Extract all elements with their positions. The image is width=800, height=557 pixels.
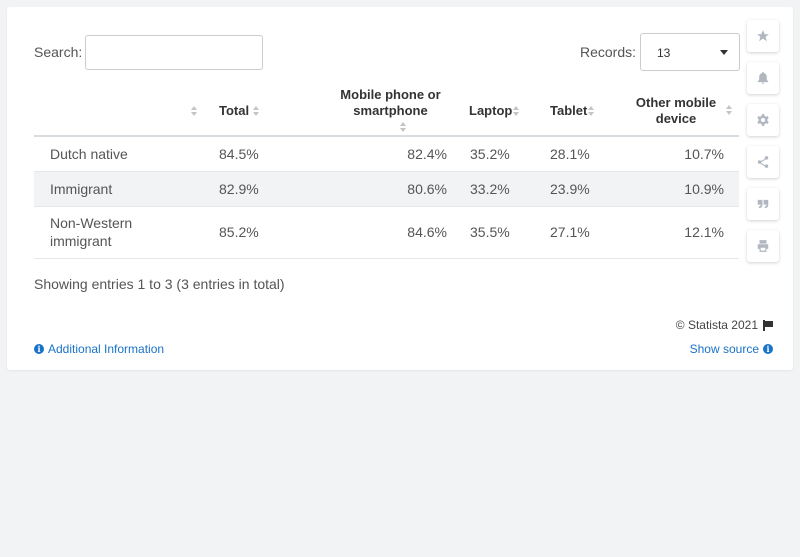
column-header-other[interactable]: Other mobile device xyxy=(617,87,739,137)
info-icon: i xyxy=(34,344,44,354)
row-label: Dutch native xyxy=(34,136,204,172)
statistic-card: Search: Records: 13 Total Mobile phone o… xyxy=(7,7,793,370)
settings-button[interactable] xyxy=(747,104,779,136)
cell-other: 10.7% xyxy=(617,136,739,172)
show-source-label: Show source xyxy=(689,342,759,356)
cell-laptop: 35.2% xyxy=(464,136,540,172)
records-selected-value: 13 xyxy=(657,46,671,60)
show-source-link[interactable]: Show source i xyxy=(690,342,773,356)
column-header-tablet[interactable]: Tablet xyxy=(540,87,617,137)
flag-icon[interactable] xyxy=(763,319,773,331)
column-header-total[interactable]: Total xyxy=(204,87,267,137)
quote-icon xyxy=(757,199,769,209)
additional-information-link[interactable]: i Additional Information xyxy=(34,342,164,356)
notification-button[interactable] xyxy=(747,62,779,94)
copyright: © Statista 2021 xyxy=(676,318,773,332)
entries-summary: Showing entries 1 to 3 (3 entries in tot… xyxy=(34,276,285,292)
sort-icon xyxy=(588,105,596,118)
row-label: Immigrant xyxy=(34,171,204,207)
cell-other: 12.1% xyxy=(617,206,739,259)
cell-mobile: 84.6% xyxy=(267,206,464,259)
cite-button[interactable] xyxy=(747,188,779,220)
sort-icon xyxy=(253,105,261,118)
cell-mobile: 82.4% xyxy=(267,136,464,172)
cell-tablet: 28.1% xyxy=(540,136,617,172)
table-header-row: Total Mobile phone or smartphone Laptop … xyxy=(34,87,739,137)
gear-icon xyxy=(757,114,769,126)
cell-total: 85.2% xyxy=(204,206,267,259)
caret-down-icon xyxy=(720,50,728,55)
cell-other: 10.9% xyxy=(617,171,739,207)
bell-icon xyxy=(757,72,769,84)
cell-laptop: 35.5% xyxy=(464,206,540,259)
table-row: Dutch native 84.5% 82.4% 35.2% 28.1% 10.… xyxy=(34,136,739,172)
sort-icon xyxy=(513,105,521,118)
print-icon xyxy=(757,240,769,252)
row-label: Non-Western immigrant xyxy=(34,206,204,259)
cell-tablet: 27.1% xyxy=(540,206,617,259)
cell-mobile: 80.6% xyxy=(267,171,464,207)
column-header-laptop[interactable]: Laptop xyxy=(464,87,540,137)
share-icon xyxy=(757,156,769,168)
action-sidebar xyxy=(747,20,779,272)
favorite-button[interactable] xyxy=(747,20,779,52)
sort-icon xyxy=(191,105,199,118)
table-row: Immigrant 82.9% 80.6% 33.2% 23.9% 10.9% xyxy=(34,171,739,207)
cell-total: 84.5% xyxy=(204,136,267,172)
data-table: Total Mobile phone or smartphone Laptop … xyxy=(34,87,739,259)
cell-total: 82.9% xyxy=(204,171,267,207)
additional-information-label: Additional Information xyxy=(48,342,165,356)
table-row: Non-Western immigrant 85.2% 84.6% 35.5% … xyxy=(34,206,739,259)
records-label: Records: xyxy=(580,44,637,60)
info-icon: i xyxy=(763,344,773,354)
records-select[interactable]: 13 xyxy=(640,33,740,71)
search-label: Search: xyxy=(34,44,83,60)
sort-icon xyxy=(726,105,734,117)
cell-laptop: 33.2% xyxy=(464,171,540,207)
share-button[interactable] xyxy=(747,146,779,178)
cell-tablet: 23.9% xyxy=(540,171,617,207)
print-button[interactable] xyxy=(747,230,779,262)
column-header-label[interactable] xyxy=(34,87,204,137)
star-icon xyxy=(757,30,769,42)
column-header-mobile[interactable]: Mobile phone or smartphone xyxy=(267,87,464,137)
sort-icon xyxy=(399,121,408,134)
copyright-text: © Statista 2021 xyxy=(675,318,758,332)
search-input[interactable] xyxy=(85,35,263,70)
